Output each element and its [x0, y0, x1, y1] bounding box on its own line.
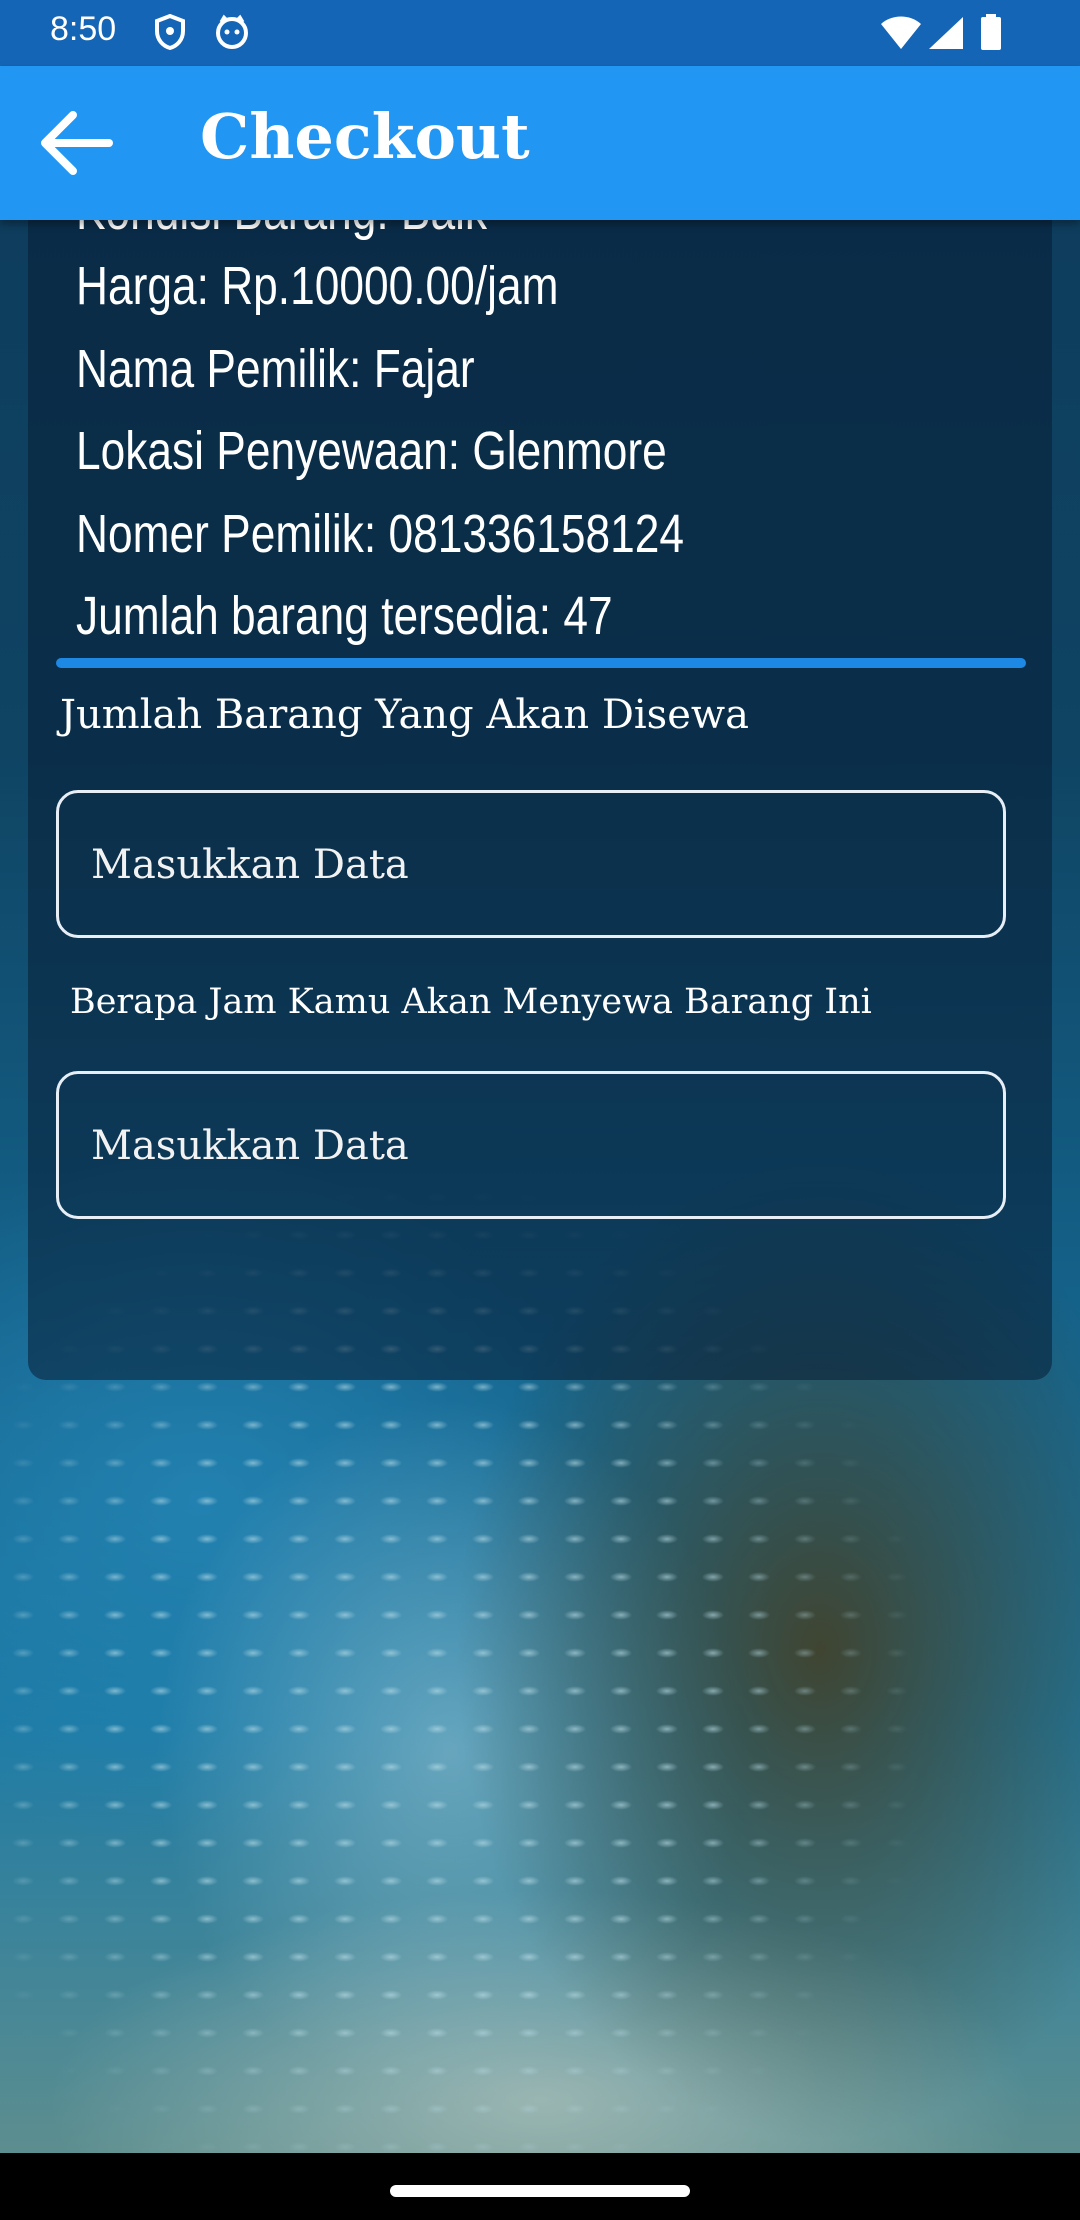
- available-stock-text: Jumlah barang tersedia: 47: [76, 586, 613, 646]
- battery-icon: [980, 14, 1002, 54]
- quantity-label: Jumlah Barang Yang Akan Disewa: [60, 692, 749, 738]
- cat-face-icon: [214, 14, 250, 54]
- arrow-back-icon: [41, 111, 113, 175]
- quantity-input[interactable]: [89, 793, 973, 937]
- back-button[interactable]: [30, 102, 120, 184]
- app-bar: Checkout: [0, 66, 1080, 220]
- status-bar: 8:50: [0, 0, 1080, 66]
- rental-location-text: Lokasi Penyewaan: Glenmore: [76, 421, 667, 481]
- checkout-card: Kondisi Barang: Baik Harga: Rp.10000.00/…: [28, 150, 1052, 1380]
- divider: [56, 658, 1026, 668]
- home-gesture-handle[interactable]: [390, 2185, 690, 2197]
- owner-phone-text: Nomer Pemilik: 081336158124: [76, 504, 684, 564]
- cell-signal-icon: [928, 16, 964, 54]
- wifi-icon: [880, 16, 922, 54]
- owner-name-text: Nama Pemilik: Fajar: [76, 339, 475, 399]
- page-title: Checkout: [200, 100, 530, 173]
- shield-icon: [154, 13, 186, 54]
- hours-label: Berapa Jam Kamu Akan Menyewa Barang Ini: [70, 982, 872, 1022]
- hours-input[interactable]: [89, 1074, 973, 1218]
- price-text: Harga: Rp.10000.00/jam: [76, 256, 559, 316]
- status-time: 8:50: [50, 10, 117, 48]
- system-nav-bar: [0, 2153, 1080, 2220]
- quantity-field[interactable]: [56, 790, 1006, 938]
- hours-field[interactable]: [56, 1071, 1006, 1219]
